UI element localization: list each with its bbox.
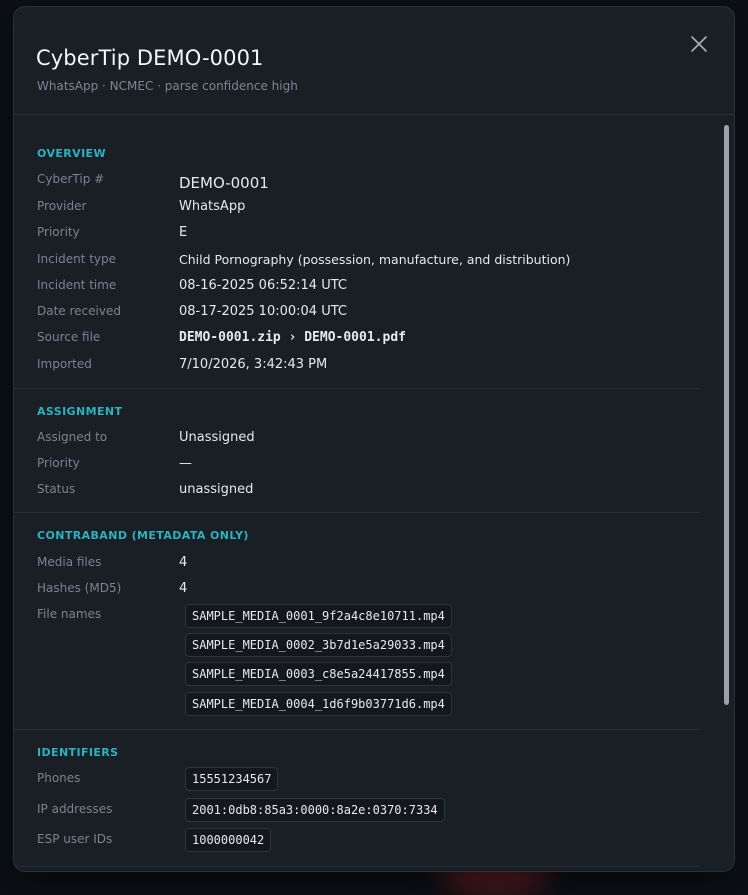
overview-heading: OVERVIEW — [37, 147, 107, 160]
cybertip-detail-dialog: CyberTip DEMO-0001 WhatsApp · NCMEC · pa… — [13, 6, 735, 872]
source-file-value: DEMO-0001.zip › DEMO-0001.pdf — [179, 330, 406, 345]
date-received-value: 08-17-2025 10:00:04 UTC — [179, 304, 347, 319]
phone-chip: 15551234567 — [185, 767, 279, 791]
scrollbar-thumb[interactable] — [724, 125, 729, 705]
dialog-header: CyberTip DEMO-0001 WhatsApp · NCMEC · pa… — [14, 7, 734, 115]
imported-value: 7/10/2026, 3:42:43 PM — [179, 357, 328, 372]
close-icon — [691, 36, 707, 52]
esp-user-id-chip: 1000000042 — [185, 828, 272, 852]
assigned-to-value: Unassigned — [179, 430, 255, 445]
incident-type-value: Child Pornography (possession, manufactu… — [179, 252, 571, 267]
priority-value: E — [179, 225, 188, 240]
status-label: Status — [37, 482, 76, 496]
date-received-label: Date received — [37, 304, 121, 318]
provider-value: WhatsApp — [179, 199, 246, 214]
hashes-label: Hashes (MD5) — [37, 581, 122, 595]
file-names-label: File names — [37, 607, 102, 621]
imported-label: Imported — [37, 357, 92, 371]
incident-time-label: Incident time — [37, 278, 117, 292]
file-name-chip: SAMPLE_MEDIA_0003_c8e5a24417855.mp4 — [185, 662, 452, 686]
incident-time-value: 08-16-2025 06:52:14 UTC — [179, 278, 347, 293]
source-file-label: Source file — [37, 330, 101, 344]
assignment-priority-label: Priority — [37, 456, 80, 470]
provider-label: Provider — [37, 199, 87, 213]
section-divider — [14, 512, 700, 513]
file-name-chip: SAMPLE_MEDIA_0001_9f2a4c8e10711.mp4 — [185, 604, 452, 628]
assignment-heading: ASSIGNMENT — [37, 405, 123, 418]
identifiers-heading: IDENTIFIERS — [37, 746, 119, 759]
cybertip-number-value: DEMO-0001 — [179, 174, 269, 192]
dialog-body[interactable]: OVERVIEW CyberTip # DEMO-0001 Provider W… — [14, 115, 734, 871]
status-value: unassigned — [179, 482, 254, 497]
priority-label: Priority — [37, 225, 80, 239]
close-button[interactable] — [687, 32, 711, 56]
section-divider — [14, 388, 700, 389]
cybertip-number-label: CyberTip # — [37, 172, 105, 186]
assignment-priority-value: — — [179, 456, 192, 471]
incident-type-label: Incident type — [37, 252, 117, 266]
hashes-value: 4 — [179, 581, 188, 596]
assigned-to-label: Assigned to — [37, 430, 108, 444]
contraband-heading: CONTRABAND (METADATA ONLY) — [37, 529, 249, 542]
file-name-chip: SAMPLE_MEDIA_0002_3b7d1e5a29033.mp4 — [185, 633, 452, 657]
file-name-chip: SAMPLE_MEDIA_0004_1d6f9b03771d6.mp4 — [185, 692, 452, 716]
ip-addresses-label: IP addresses — [37, 802, 113, 816]
dialog-title: CyberTip DEMO-0001 — [36, 46, 264, 70]
media-files-label: Media files — [37, 555, 102, 569]
section-divider — [14, 729, 700, 730]
dialog-subtitle: WhatsApp · NCMEC · parse confidence high — [37, 79, 298, 93]
media-files-value: 4 — [179, 555, 188, 570]
section-divider — [14, 866, 700, 867]
ip-address-chip: 2001:0db8:85a3:0000:8a2e:0370:7334 — [185, 798, 445, 822]
esp-user-ids-label: ESP user IDs — [37, 832, 113, 846]
phones-label: Phones — [37, 771, 81, 785]
